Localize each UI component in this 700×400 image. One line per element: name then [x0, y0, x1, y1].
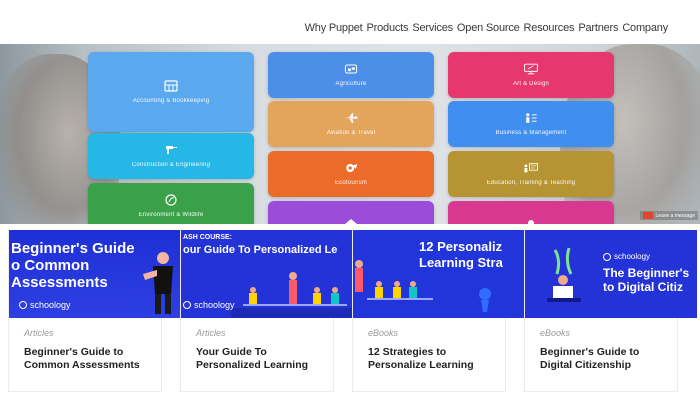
tile-accounting[interactable]: Accounting & Bookkeeping — [88, 52, 254, 132]
tile-construction[interactable]: Construction & Engineering — [88, 133, 254, 179]
card-type: Articles — [196, 328, 226, 338]
card-type: eBooks — [368, 328, 399, 338]
nav-why-puppet[interactable]: Why Puppet — [305, 22, 363, 34]
tile-label: Agriculture — [335, 81, 367, 87]
tile-label: Construction & Engineering — [131, 162, 211, 168]
tile-education[interactable]: Education, Training & Teaching — [448, 151, 614, 197]
tile-label: Art & Design — [512, 81, 550, 87]
brand-name: schoology — [30, 300, 71, 310]
tile-environment[interactable]: Environment & Wildlife — [88, 183, 254, 224]
tile-aviation[interactable]: Aviation & Travel — [268, 101, 434, 147]
resource-card[interactable]: schoology The Beginner's to Digital Citi… — [524, 230, 697, 392]
nav-partners[interactable]: Partners — [578, 22, 618, 34]
brand-logo: schoology — [19, 300, 71, 310]
schoology-logo-icon — [603, 252, 611, 261]
card-thumbnail: Beginner's Guide o Common Assessments sc… — [9, 230, 181, 318]
tile-ecotourism[interactable]: Ecotourism — [268, 151, 434, 197]
thumbnail-headline: The Beginner's — [603, 266, 690, 280]
illustration-classroom — [231, 272, 353, 318]
board-icon — [523, 162, 539, 174]
thumbnail-headline: o Common — [11, 257, 90, 274]
brand-name: schoology — [194, 300, 235, 310]
tile-label: Environment & Wildlife — [138, 212, 204, 218]
chat-label: Leave a message — [655, 212, 695, 219]
chat-widget[interactable]: Leave a message — [639, 211, 698, 220]
shape-icon — [523, 218, 539, 224]
shape-icon — [343, 218, 359, 224]
nav-products[interactable]: Products — [367, 22, 409, 34]
monitor-icon — [523, 63, 539, 75]
card-title[interactable]: Your Guide To Personalized Learning — [196, 346, 326, 372]
top-bar: Why Puppet Products Services Open Source… — [0, 0, 700, 44]
nav-company[interactable]: Company — [622, 22, 668, 34]
tile-agriculture[interactable]: Agriculture — [268, 52, 434, 98]
nav-open-source[interactable]: Open Source — [457, 22, 520, 34]
thumbnail-headline: Assessments — [11, 274, 108, 291]
tractor-icon — [343, 63, 359, 75]
card-title[interactable]: 12 Strategies to Personalize Learning — [368, 346, 498, 372]
leaf-icon — [163, 194, 179, 206]
tile-art-design[interactable]: Art & Design — [448, 52, 614, 98]
resource-card[interactable]: Beginner's Guide o Common Assessments sc… — [8, 230, 181, 392]
illustration-students — [355, 260, 491, 312]
main-nav: Why Puppet Products Services Open Source… — [305, 22, 669, 34]
tile-category[interactable] — [448, 201, 614, 224]
brand-name: schoology — [614, 252, 651, 261]
drill-icon — [163, 144, 179, 156]
tile-category[interactable] — [268, 201, 434, 224]
card-thumbnail: 12 Personaliz Learning Stra — [353, 230, 525, 318]
card-thumbnail: ASH COURSE: our Guide To Personalized Le… — [181, 230, 353, 318]
tile-label: Ecotourism — [334, 180, 367, 186]
tile-business[interactable]: Business & Management — [448, 101, 614, 147]
resource-card[interactable]: ASH COURSE: our Guide To Personalized Le… — [180, 230, 353, 392]
people-icon — [523, 112, 539, 124]
tile-label: Education, Training & Teaching — [486, 180, 576, 186]
card-type: Articles — [24, 328, 54, 338]
schoology-logo-icon — [19, 301, 27, 309]
illustration-person — [143, 252, 173, 314]
category-hero: Accounting & Bookkeeping Construction & … — [0, 44, 700, 224]
thumbnail-headline: our Guide To Personalized Le — [183, 244, 338, 256]
resource-cards: Beginner's Guide o Common Assessments sc… — [8, 230, 698, 400]
thumbnail-headline: Beginner's Guide — [11, 240, 135, 257]
nav-resources[interactable]: Resources — [524, 22, 575, 34]
resource-card[interactable]: 12 Personaliz Learning Stra eBooks 12 St… — [352, 230, 525, 392]
tile-label: Aviation & Travel — [326, 130, 376, 136]
card-type: eBooks — [540, 328, 571, 338]
globe-icon — [343, 162, 359, 174]
tile-label: Accounting & Bookkeeping — [132, 98, 210, 104]
brand-logo: schoology — [603, 252, 650, 261]
thumbnail-headline: 12 Personaliz — [419, 239, 503, 254]
illustration-laptop-person — [547, 247, 581, 302]
brand-logo: schoology — [183, 300, 235, 310]
airplane-icon — [343, 112, 359, 124]
card-title[interactable]: Beginner's Guide to Common Assessments — [24, 346, 154, 372]
thumbnail-kicker: ASH COURSE: — [183, 234, 233, 241]
schoology-logo-icon — [183, 301, 191, 309]
chat-icon — [642, 212, 653, 219]
thumbnail-headline: to Digital Citiz — [603, 280, 683, 294]
nav-services[interactable]: Services — [412, 22, 453, 34]
card-title[interactable]: Beginner's Guide to Digital Citizenship — [540, 346, 670, 372]
calculator-icon — [163, 80, 179, 92]
tile-label: Business & Management — [495, 130, 567, 136]
card-thumbnail: schoology The Beginner's to Digital Citi… — [525, 230, 697, 318]
